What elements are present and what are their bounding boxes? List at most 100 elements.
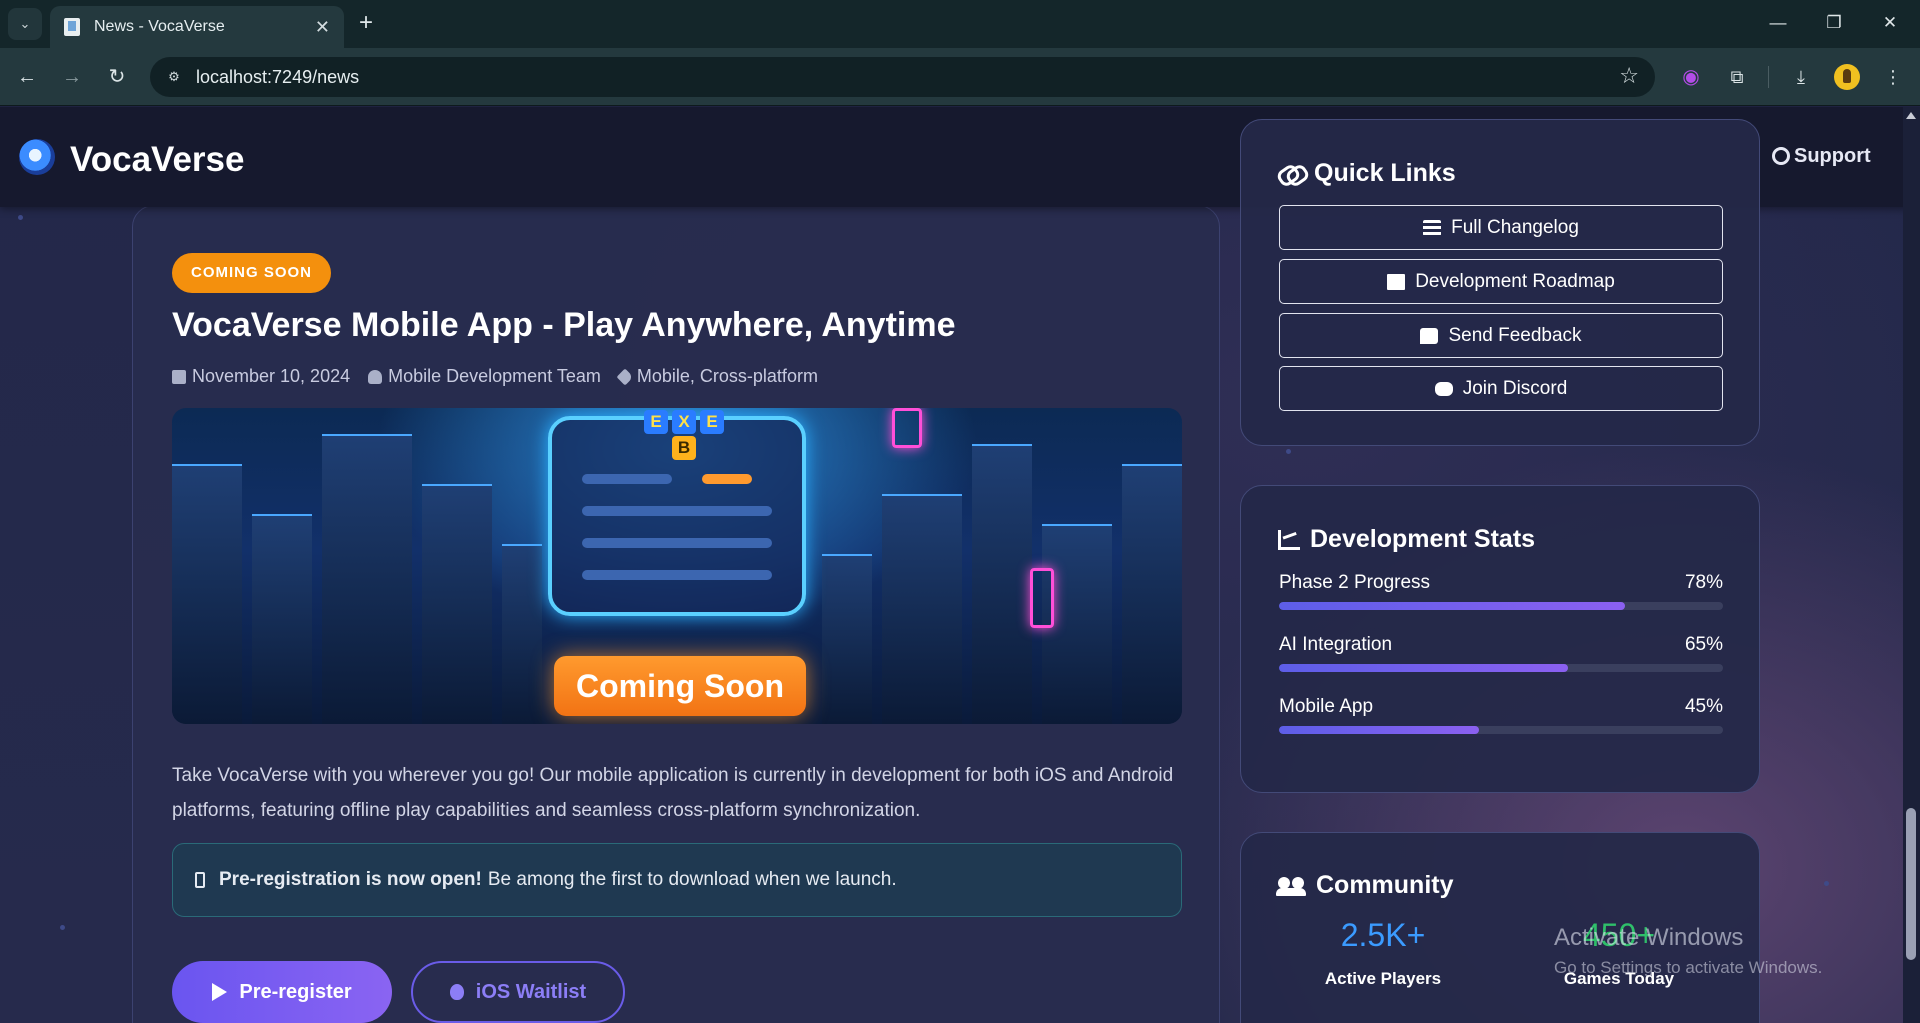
site-info-icon[interactable]: ⚙: [162, 66, 186, 88]
progress-fill: [1279, 602, 1626, 610]
hero-building: [322, 434, 412, 724]
development-stats-title-text: Development Stats: [1310, 525, 1536, 553]
development-roadmap-button[interactable]: Development Roadmap: [1279, 259, 1723, 304]
progress-track: [1279, 726, 1723, 734]
ios-waitlist-button[interactable]: iOS Waitlist: [411, 961, 625, 1023]
google-play-icon: [212, 983, 228, 1001]
hero-building: [502, 544, 542, 724]
page-content: COMING SOON VocaVerse Mobile App - Play …: [0, 107, 1920, 1023]
hero-letter-tile: E: [644, 410, 668, 434]
hero-building: [822, 554, 872, 724]
tab-search-chevron-icon[interactable]: ⌄: [8, 8, 42, 40]
article-tags-text: Mobile, Cross-platform: [636, 366, 818, 386]
hero-building: [882, 494, 962, 724]
notice-text: Be among the first to download when we l…: [487, 869, 897, 890]
restore-button[interactable]: ❐: [1814, 6, 1854, 40]
stat-value: 65%: [1684, 634, 1723, 655]
headset-icon: [1772, 147, 1790, 165]
downloads-icon[interactable]: ⤓: [1786, 62, 1816, 92]
progress-fill: [1279, 726, 1479, 734]
article-meta: November 10, 2024 Mobile Development Tea…: [172, 366, 818, 387]
progress-fill: [1279, 664, 1568, 672]
new-tab-button[interactable]: +: [352, 10, 380, 38]
brand-name[interactable]: VocaVerse: [70, 140, 245, 180]
minimize-button[interactable]: —: [1758, 6, 1798, 40]
hero-building: [422, 484, 492, 724]
ios-waitlist-label: iOS Waitlist: [475, 980, 587, 1003]
hero-building: [172, 464, 242, 724]
comment-icon: [1420, 327, 1439, 344]
address-bar[interactable]: ⚙ localhost:7249/news ☆: [150, 57, 1655, 97]
stat-label: AI Integration: [1279, 634, 1393, 655]
forward-arrow-icon[interactable]: →: [57, 62, 87, 92]
url-text[interactable]: localhost:7249/news: [196, 67, 359, 88]
support-link[interactable]: Support: [1772, 145, 1871, 168]
close-window-button[interactable]: ✕: [1870, 6, 1910, 40]
hero-letter-tile: X: [672, 410, 696, 434]
toolbar-divider: [1768, 66, 1769, 88]
scrollbar-thumb[interactable]: [1906, 808, 1916, 960]
hero-phone-row: [582, 570, 772, 580]
tab-title: News - VocaVerse: [94, 18, 225, 35]
development-stats-title: Development Stats: [1278, 525, 1535, 554]
hero-phone-row: [582, 538, 772, 548]
community-title: Community: [1276, 871, 1454, 900]
full-changelog-label: Full Changelog: [1451, 216, 1579, 238]
active-players-label: Active Players: [1324, 969, 1442, 988]
development-stats-card: Development Stats Phase 2 Progress 78% A…: [1240, 485, 1760, 793]
notice-bold: Pre-registration is now open!: [219, 869, 482, 890]
article-date: November 10, 2024: [172, 366, 350, 387]
background-dot: [1824, 881, 1829, 886]
send-feedback-label: Send Feedback: [1448, 324, 1582, 346]
article-hero-image: E X E B Coming Soon: [172, 408, 1182, 724]
calendar-icon: [172, 369, 186, 384]
development-roadmap-label: Development Roadmap: [1415, 270, 1615, 292]
browser-tabstrip: ⌄ News - VocaVerse ✕ + — ❐ ✕: [0, 0, 1920, 48]
extensions-puzzle-icon[interactable]: ⧉: [1722, 62, 1752, 92]
mobile-phone-icon: [195, 872, 205, 888]
browser-tab-news[interactable]: News - VocaVerse ✕: [50, 6, 344, 48]
community-title-text: Community: [1316, 871, 1454, 899]
hero-letter-tile: E: [700, 410, 724, 434]
extension-swirl-icon[interactable]: ◉: [1676, 62, 1706, 92]
map-icon: [1387, 273, 1406, 290]
stat-value: 45%: [1684, 696, 1723, 717]
article-author: Mobile Development Team: [368, 366, 601, 387]
send-feedback-button[interactable]: Send Feedback: [1279, 313, 1723, 358]
profile-avatar[interactable]: [1834, 64, 1860, 90]
article-author-text: Mobile Development Team: [388, 366, 601, 386]
windows-activation-subtitle: Go to Settings to activate Windows.: [1554, 958, 1823, 977]
hero-building: [972, 444, 1032, 724]
article-date-text: November 10, 2024: [192, 366, 351, 386]
quick-links-card: Quick Links Full Changelog Development R…: [1240, 119, 1760, 446]
hero-letter-tile: B: [672, 436, 696, 460]
background-dot: [18, 215, 23, 220]
hero-phone-row: [582, 506, 772, 516]
hero-neon-sign: [892, 408, 922, 448]
join-discord-button[interactable]: Join Discord: [1279, 366, 1723, 411]
progress-track: [1279, 664, 1723, 672]
pre-register-button[interactable]: Pre-register: [172, 961, 392, 1023]
tags-icon: [616, 368, 634, 385]
hero-building: [1122, 464, 1182, 724]
page-favicon-icon: [64, 18, 80, 36]
discord-icon: [1434, 381, 1453, 396]
full-changelog-button[interactable]: Full Changelog: [1279, 205, 1723, 250]
scroll-up-arrow-icon[interactable]: [1906, 112, 1916, 119]
article-body: Take VocaVerse with you wherever you go!…: [172, 765, 1174, 821]
vocaverse-logo-icon[interactable]: [19, 139, 55, 175]
bookmark-star-icon[interactable]: ☆: [1619, 63, 1639, 89]
user-icon: [368, 369, 383, 384]
stat-label: Phase 2 Progress: [1279, 572, 1431, 593]
browser-menu-icon[interactable]: ⋮: [1878, 62, 1908, 92]
hero-neon-sign: [1030, 568, 1054, 628]
pre-registration-notice: Pre-registration is now open! Be among t…: [172, 843, 1182, 917]
reload-icon[interactable]: ↻: [102, 62, 132, 92]
tab-close-icon[interactable]: ✕: [315, 17, 330, 38]
join-discord-label: Join Discord: [1462, 377, 1568, 399]
background-dot: [60, 925, 65, 930]
apple-icon: [449, 984, 464, 1000]
coming-soon-badge: COMING SOON: [172, 253, 332, 293]
back-arrow-icon[interactable]: ←: [12, 62, 42, 92]
news-article-card: COMING SOON VocaVerse Mobile App - Play …: [132, 205, 1220, 1023]
